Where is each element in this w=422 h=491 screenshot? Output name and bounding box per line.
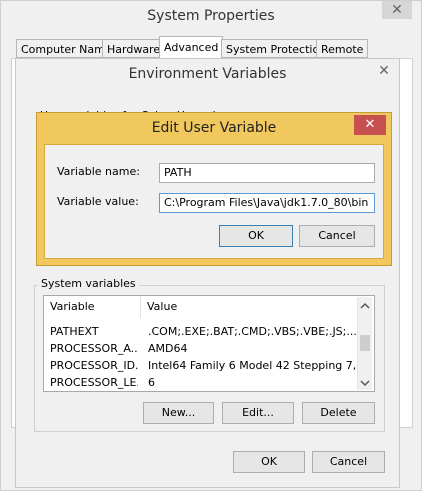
environment-variables-close-icon[interactable]: ✕ — [369, 61, 399, 81]
column-header-variable[interactable]: Variable — [44, 296, 141, 318]
row-value-cell: 6 — [148, 376, 155, 389]
variable-name-field[interactable]: PATH — [159, 163, 375, 183]
variable-value-label: Variable value: — [57, 195, 139, 208]
edit-dialog-body: Variable name: PATH Variable value: C:\P… — [44, 144, 384, 259]
row-value-cell: .COM;.EXE;.BAT;.CMD;.VBS;.VBE;.JS;.... — [148, 325, 356, 338]
system-properties-title: System Properties — [147, 8, 275, 24]
scroll-down-icon[interactable] — [360, 377, 370, 390]
tab-hardware[interactable]: Hardware — [102, 39, 166, 58]
tab-advanced[interactable]: Advanced — [159, 36, 224, 59]
edit-button[interactable]: Edit... — [222, 402, 294, 424]
system-properties-close-icon[interactable]: ✕ — [382, 1, 412, 19]
row-value-cell: Intel64 Family 6 Model 42 Stepping 7, G.… — [148, 359, 356, 372]
new-button[interactable]: New... — [143, 402, 214, 424]
tab-remote[interactable]: Remote — [316, 39, 369, 58]
column-header-value[interactable]: Value — [141, 296, 359, 318]
edit-dialog-close-icon[interactable]: ✕ — [354, 115, 386, 135]
row-variable-cell: PROCESSOR_A... — [50, 342, 138, 355]
system-variables-label: System variables — [38, 277, 139, 290]
scroll-thumb[interactable] — [360, 335, 370, 351]
edit-user-variable-title: Edit User Variable — [151, 120, 277, 136]
variable-value-field[interactable]: C:\Program Files\Java\jdk1.7.0_80\bin — [159, 193, 375, 213]
tab-system-protection[interactable]: System Protection — [221, 39, 332, 58]
row-variable-cell: PATHEXT — [50, 325, 99, 338]
system-variables-scrollbar[interactable] — [357, 297, 372, 390]
delete-button[interactable]: Delete — [302, 402, 375, 424]
row-value-cell: AMD64 — [148, 342, 188, 355]
variable-name-label: Variable name: — [57, 165, 140, 178]
env-cancel-button[interactable]: Cancel — [312, 451, 385, 473]
edit-cancel-button[interactable]: Cancel — [299, 225, 375, 247]
env-ok-button[interactable]: OK — [233, 451, 305, 473]
row-variable-cell: PROCESSOR_ID... — [50, 359, 138, 372]
environment-variables-title: Environment Variables — [128, 66, 287, 82]
row-variable-cell: PROCESSOR_LE... — [50, 376, 138, 389]
edit-user-variable-dialog: Edit User Variable ✕ Variable name: PATH… — [36, 112, 392, 266]
scroll-up-icon[interactable] — [360, 300, 370, 313]
system-variables-list[interactable]: Variable Value PATHEXT .COM;.EXE;.BAT;.C… — [43, 295, 375, 392]
edit-ok-button[interactable]: OK — [219, 225, 293, 247]
